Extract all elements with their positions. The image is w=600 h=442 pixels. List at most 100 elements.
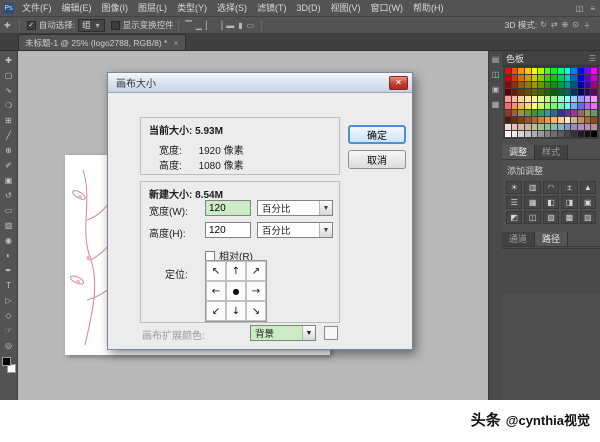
color-balance-icon[interactable]: ▦: [524, 196, 540, 209]
swatch-92[interactable]: [551, 110, 557, 116]
menu-item-10[interactable]: 窗口(W): [366, 0, 409, 16]
swatch-125[interactable]: [585, 124, 591, 130]
swatch-109[interactable]: [571, 117, 577, 123]
menu-item-7[interactable]: 滤镜(T): [252, 0, 292, 16]
ok-button[interactable]: 确定: [348, 125, 406, 144]
swatch-16[interactable]: [512, 75, 518, 81]
swatch-116[interactable]: [525, 124, 531, 130]
anchor-cell-1[interactable]: ↖: [206, 261, 226, 281]
cancel-button[interactable]: 取消: [348, 150, 406, 169]
levels-icon[interactable]: ▥: [524, 181, 540, 194]
anchor-cell-7[interactable]: ↙: [206, 301, 226, 321]
brightness-contrast-icon[interactable]: ☀: [506, 181, 522, 194]
swatch-63[interactable]: [545, 96, 551, 102]
swatch-66[interactable]: [565, 96, 571, 102]
swatch-40[interactable]: [578, 82, 584, 88]
auto-select-checkbox[interactable]: ✓: [27, 21, 36, 30]
anchor-cell-9[interactable]: ↘: [246, 301, 266, 321]
tab-styles[interactable]: 样式: [535, 145, 568, 159]
swatch-133[interactable]: [545, 131, 551, 137]
swatch-122[interactable]: [565, 124, 571, 130]
swatch-4[interactable]: [525, 68, 531, 74]
swatch-22[interactable]: [551, 75, 557, 81]
swatch-111[interactable]: [585, 117, 591, 123]
swatch-52[interactable]: [565, 89, 571, 95]
anchor-cell-4[interactable]: ←: [206, 281, 226, 301]
mode-icon-1[interactable]: ↻: [539, 20, 548, 31]
swatch-18[interactable]: [525, 75, 531, 81]
swatch-80[interactable]: [565, 103, 571, 109]
swatch-8[interactable]: [551, 68, 557, 74]
swatch-89[interactable]: [532, 110, 538, 116]
channel-mixer-icon[interactable]: ▣: [580, 196, 596, 209]
swatch-140[interactable]: [591, 131, 597, 137]
clone-stamp-tool[interactable]: ▣: [1, 173, 17, 188]
swatch-37[interactable]: [558, 82, 564, 88]
swatch-88[interactable]: [525, 110, 531, 116]
swatch-5[interactable]: [532, 68, 538, 74]
path-selection-tool[interactable]: ▷: [1, 293, 17, 308]
shape-tool[interactable]: ◇: [1, 308, 17, 323]
show-transform-checkbox[interactable]: [111, 21, 120, 30]
swatch-98[interactable]: [591, 110, 597, 116]
swatch-43[interactable]: [505, 89, 511, 95]
menu-right-icon-2[interactable]: ≡: [589, 4, 596, 13]
swatch-61[interactable]: [532, 96, 538, 102]
swatch-26[interactable]: [578, 75, 584, 81]
align-icon-6[interactable]: ▮: [237, 21, 243, 30]
swatch-91[interactable]: [545, 110, 551, 116]
move-tool[interactable]: ✚: [1, 53, 17, 68]
quick-selection-tool[interactable]: ❍: [1, 98, 17, 113]
swatch-117[interactable]: [532, 124, 538, 130]
swatch-50[interactable]: [551, 89, 557, 95]
swatch-96[interactable]: [578, 110, 584, 116]
swatch-33[interactable]: [532, 82, 538, 88]
swatch-76[interactable]: [538, 103, 544, 109]
swatch-11[interactable]: [571, 68, 577, 74]
swatch-51[interactable]: [558, 89, 564, 95]
relative-checkbox[interactable]: [205, 251, 215, 261]
swatch-95[interactable]: [571, 110, 577, 116]
swatch-49[interactable]: [545, 89, 551, 95]
type-tool[interactable]: T: [1, 278, 17, 293]
swatch-67[interactable]: [571, 96, 577, 102]
swatch-129[interactable]: [518, 131, 524, 137]
swatch-70[interactable]: [591, 96, 597, 102]
swatch-24[interactable]: [565, 75, 571, 81]
channels-panel-body[interactable]: [502, 248, 600, 294]
menu-item-3[interactable]: 图像(I): [97, 0, 134, 16]
swatch-81[interactable]: [571, 103, 577, 109]
swatch-14[interactable]: [591, 68, 597, 74]
swatch-90[interactable]: [538, 110, 544, 116]
swatch-29[interactable]: [505, 82, 511, 88]
swatch-138[interactable]: [578, 131, 584, 137]
swatch-57[interactable]: [505, 96, 511, 102]
swatch-112[interactable]: [591, 117, 597, 123]
swatch-135[interactable]: [558, 131, 564, 137]
swatch-6[interactable]: [538, 68, 544, 74]
swatch-9[interactable]: [558, 68, 564, 74]
swatch-104[interactable]: [538, 117, 544, 123]
menu-item-9[interactable]: 视图(V): [326, 0, 366, 16]
panel-menu-icon[interactable]: ☰: [589, 54, 596, 63]
swatch-134[interactable]: [551, 131, 557, 137]
swatch-136[interactable]: [565, 131, 571, 137]
swatches-panel-header[interactable]: 色板 ☰: [502, 51, 600, 66]
swatch-1[interactable]: [505, 68, 511, 74]
tab-channels[interactable]: 通道: [502, 232, 535, 246]
posterize-icon[interactable]: ▧: [543, 211, 559, 224]
swatch-75[interactable]: [532, 103, 538, 109]
swatch-124[interactable]: [578, 124, 584, 130]
new-height-input[interactable]: [205, 222, 251, 238]
menu-item-5[interactable]: 类型(Y): [172, 0, 212, 16]
swatch-108[interactable]: [565, 117, 571, 123]
swatch-62[interactable]: [538, 96, 544, 102]
swatch-44[interactable]: [512, 89, 518, 95]
swatch-77[interactable]: [545, 103, 551, 109]
curves-icon[interactable]: ◠: [543, 181, 559, 194]
swatch-10[interactable]: [565, 68, 571, 74]
anchor-cell-3[interactable]: ↗: [246, 261, 266, 281]
menu-right-icon-1[interactable]: ◫: [575, 4, 585, 13]
gradient-tool[interactable]: ▨: [1, 218, 17, 233]
invert-icon[interactable]: ◫: [524, 211, 540, 224]
